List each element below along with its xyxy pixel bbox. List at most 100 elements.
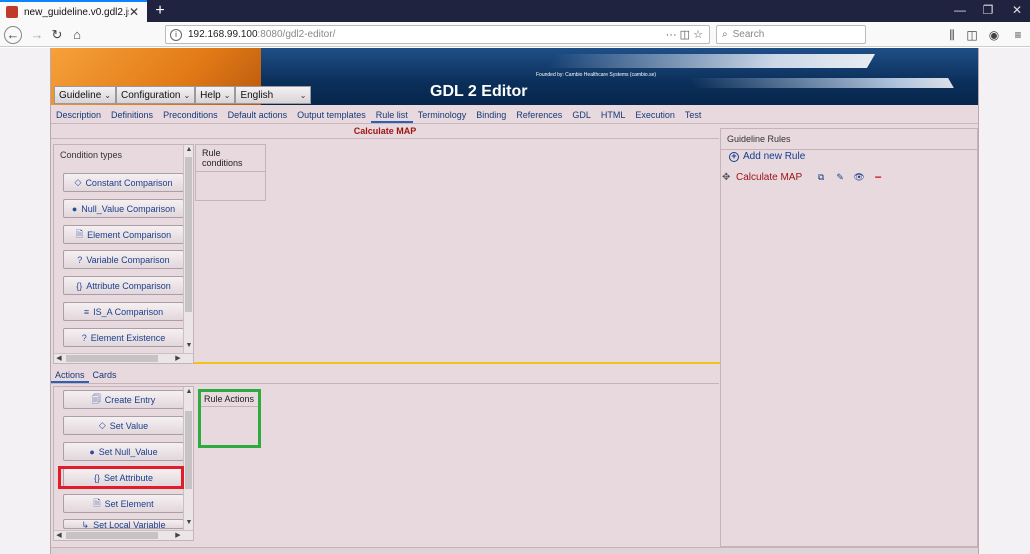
condition-types-panel: Condition types ◇ Constant Comparison ● Nu…: [53, 144, 194, 364]
scrollbar-thumb[interactable]: [185, 157, 192, 312]
scroll-down-icon[interactable]: ▼: [184, 341, 194, 351]
set-value-button[interactable]: ◇ Set Value: [63, 416, 184, 435]
tab-terminology[interactable]: Terminology: [413, 107, 472, 123]
rule-name[interactable]: Calculate MAP: [736, 172, 802, 183]
language-select[interactable]: English ⌄: [235, 86, 312, 104]
help-menu[interactable]: Help ⌄: [195, 86, 236, 104]
rule-conditions-label: Rule conditions: [196, 145, 265, 172]
button-label: Set Local Variable: [93, 520, 166, 529]
tab-actions[interactable]: Actions: [51, 367, 89, 383]
account-icon[interactable]: ◉: [986, 28, 1002, 42]
tab-cards[interactable]: Cards: [89, 367, 121, 383]
condition-types-horizontal-scrollbar[interactable]: ◀ ▶: [54, 353, 193, 363]
create-entry-button[interactable]: 🗐 Create Entry: [63, 390, 184, 409]
page-actions[interactable]: ··· ◫ ☆: [666, 28, 703, 41]
arrow-icon: ↳: [81, 520, 90, 529]
tab-preconditions[interactable]: Preconditions: [158, 107, 223, 123]
element-existence-button[interactable]: ? Element Existence: [63, 328, 184, 347]
tab-close-icon[interactable]: ✕: [129, 5, 139, 19]
back-icon[interactable]: ←: [4, 26, 22, 44]
rule-conditions-area[interactable]: Rule conditions: [195, 144, 719, 366]
set-element-button[interactable]: 🗎 Set Element: [63, 494, 184, 513]
scroll-left-icon[interactable]: ◀: [54, 531, 64, 541]
tab-rule-list[interactable]: Rule list: [370, 107, 413, 123]
restore-icon[interactable]: ❐: [978, 3, 998, 17]
condition-types-vertical-scrollbar[interactable]: ▲ ▼: [183, 145, 193, 353]
scroll-right-icon[interactable]: ▶: [173, 531, 183, 541]
tab-html[interactable]: HTML: [596, 107, 631, 123]
sidebar-icon[interactable]: ◫: [964, 28, 980, 42]
set-null-value-button[interactable]: ● Set Null_Value: [63, 442, 184, 461]
tab-definitions[interactable]: Definitions: [106, 107, 158, 123]
element-comparison-button[interactable]: 🗎 Element Comparison: [63, 225, 184, 244]
tab-execution[interactable]: Execution: [630, 107, 680, 123]
tab-gdl[interactable]: GDL: [567, 107, 596, 123]
window-close-icon[interactable]: ✕: [1007, 3, 1027, 17]
drag-handle-icon[interactable]: ✥: [722, 172, 736, 183]
address-bar[interactable]: i 192.168.99.100:8080/gdl2-editor/ ··· ◫…: [165, 25, 710, 44]
actions-cards-tabs: Actions Cards: [51, 367, 719, 384]
tab-output-templates[interactable]: Output templates: [292, 107, 371, 123]
editor-tabs: Description Definitions Preconditions De…: [51, 107, 978, 124]
set-local-variable-button[interactable]: ↳ Set Local Variable: [63, 519, 184, 529]
button-label: Null_Value Comparison: [81, 203, 176, 214]
scroll-up-icon[interactable]: ▲: [184, 387, 194, 397]
scroll-down-icon[interactable]: ▼: [184, 518, 194, 528]
copy-icon[interactable]: ⧉: [814, 172, 828, 183]
scroll-left-icon[interactable]: ◀: [54, 354, 64, 364]
home-icon[interactable]: ⌂: [68, 26, 86, 44]
browser-toolbar: ← → ↻ ⌂ i 192.168.99.100:8080/gdl2-edito…: [0, 22, 1030, 47]
library-icon[interactable]: ⫼: [944, 28, 960, 43]
browser-tab[interactable]: new_guideline.v0.gdl2.json ✕: [0, 0, 147, 22]
rule-list-item[interactable]: ✥ Calculate MAP ⧉ ✎ 👁 −: [722, 170, 890, 184]
language-select-value: English: [240, 89, 274, 101]
reload-icon[interactable]: ↻: [48, 26, 66, 44]
remove-icon[interactable]: −: [871, 170, 885, 184]
scrollbar-thumb[interactable]: [185, 411, 192, 489]
search-icon: ⌕: [722, 29, 728, 40]
minimize-icon[interactable]: —: [950, 3, 970, 17]
tab-binding[interactable]: Binding: [471, 107, 511, 123]
banner-arrow-graphic-2: [688, 78, 954, 88]
set-attribute-button[interactable]: {} Set Attribute: [63, 468, 184, 487]
guideline-menu[interactable]: Guideline ⌄: [54, 86, 116, 104]
rule-conditions-box[interactable]: Rule conditions: [195, 144, 266, 201]
new-tab-button[interactable]: +: [151, 2, 169, 20]
diamond-icon: ◇: [74, 177, 82, 187]
browser-tab-strip: new_guideline.v0.gdl2.json ✕ + — ❐ ✕: [0, 0, 1030, 22]
actions-horizontal-scrollbar[interactable]: ◀ ▶: [54, 530, 193, 540]
guideline-rules-panel: Guideline Rules + Add new Rule ✥ Calcula…: [720, 128, 978, 547]
site-info-icon[interactable]: i: [170, 28, 182, 41]
button-label: Variable Comparison: [86, 254, 170, 265]
rule-actions-box[interactable]: Rule Actions: [198, 389, 261, 448]
app-title: GDL 2 Editor: [430, 83, 528, 100]
tab-default-actions[interactable]: Default actions: [223, 107, 293, 123]
constant-comparison-button[interactable]: ◇ Constant Comparison: [63, 173, 184, 192]
button-label: Constant Comparison: [85, 177, 173, 188]
menu-icon[interactable]: ≡: [1010, 28, 1026, 42]
scrollbar-thumb[interactable]: [66, 532, 158, 539]
view-icon[interactable]: 👁: [852, 172, 866, 183]
attribute-comparison-button[interactable]: {} Attribute Comparison: [63, 276, 184, 295]
actions-vertical-scrollbar[interactable]: ▲ ▼: [183, 387, 193, 530]
button-label: Element Comparison: [87, 229, 172, 240]
scroll-up-icon[interactable]: ▲: [184, 145, 194, 155]
add-new-rule-link[interactable]: + Add new Rule: [729, 151, 805, 162]
scrollbar-thumb[interactable]: [66, 355, 158, 362]
variable-comparison-button[interactable]: ? Variable Comparison: [63, 250, 184, 269]
search-input[interactable]: ⌕ Search: [716, 25, 866, 44]
tab-references[interactable]: References: [511, 107, 567, 123]
edit-icon[interactable]: ✎: [833, 172, 847, 183]
button-label: Attribute Comparison: [86, 280, 171, 291]
tab-test[interactable]: Test: [680, 107, 707, 123]
is-a-comparison-button[interactable]: ≡ IS_A Comparison: [63, 302, 184, 321]
configuration-menu[interactable]: Configuration ⌄: [115, 86, 196, 104]
panel-splitter[interactable]: [194, 362, 727, 364]
null-value-comparison-button[interactable]: ● Null_Value Comparison: [63, 199, 184, 218]
button-label: Set Element: [104, 498, 154, 509]
forward-icon[interactable]: →: [28, 26, 46, 44]
tab-description[interactable]: Description: [51, 107, 106, 123]
banner-tagline: Founded by: Cambio Healthcare Systems (c…: [536, 72, 657, 78]
url-path: :8080/gdl2-editor/: [257, 29, 336, 40]
scroll-right-icon[interactable]: ▶: [173, 354, 183, 364]
